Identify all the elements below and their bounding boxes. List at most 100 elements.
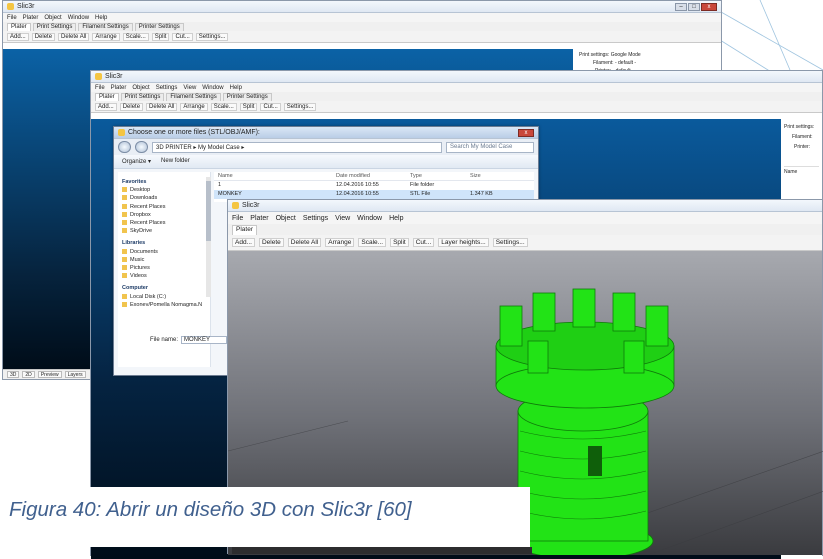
scale-button[interactable]: Scale... xyxy=(210,102,237,111)
menu-object[interactable]: Object xyxy=(44,15,61,21)
settings-button[interactable]: Settings... xyxy=(283,102,317,111)
scale-button[interactable]: Scale... xyxy=(122,32,149,41)
tab-filament-settings[interactable]: Filament Settings xyxy=(78,23,133,31)
libraries-group[interactable]: Libraries xyxy=(122,239,206,247)
delete-all-button[interactable]: Delete All xyxy=(58,32,90,41)
tab-layers[interactable]: Layers xyxy=(64,371,86,378)
menu-plater[interactable]: Plater xyxy=(250,215,268,222)
col-date[interactable]: Date modified xyxy=(336,173,410,179)
print-settings-select[interactable]: Google Mode xyxy=(611,52,641,58)
menu-object[interactable]: Object xyxy=(132,85,149,91)
menu-object[interactable]: Object xyxy=(276,215,296,222)
scale-button[interactable]: Scale... xyxy=(358,238,387,247)
back-icon[interactable] xyxy=(118,141,131,153)
list-item[interactable]: 1 12.04.2016 10:55 File folder xyxy=(214,181,534,190)
menu-help[interactable]: Help xyxy=(95,15,107,21)
nav-item[interactable]: Documents xyxy=(122,248,206,256)
col-name[interactable]: Name xyxy=(218,173,336,179)
menu-help[interactable]: Help xyxy=(230,85,242,91)
menu-window[interactable]: Window xyxy=(68,15,89,21)
delete-button[interactable]: Delete xyxy=(119,102,144,111)
col-size[interactable]: Size xyxy=(470,173,510,179)
new-folder-button[interactable]: New folder xyxy=(161,158,190,165)
settings-button[interactable]: Settings... xyxy=(195,32,229,41)
nav-item[interactable]: Exonev/Pomella Nomagma.N xyxy=(122,301,206,309)
arrange-button[interactable]: Arrange xyxy=(92,32,120,41)
list-item[interactable]: MONKEY 12.04.2016 10:55 STL File 1.347 K… xyxy=(214,190,534,199)
tab-printer-settings[interactable]: Printer Settings xyxy=(222,93,272,101)
minimize-button[interactable]: – xyxy=(675,2,687,11)
menu-file[interactable]: File xyxy=(7,15,17,21)
delete-all-button[interactable]: Delete All xyxy=(146,102,178,111)
delete-button[interactable]: Delete xyxy=(31,32,56,41)
close-button[interactable]: x xyxy=(701,2,717,11)
nav-item[interactable]: Downloads xyxy=(122,194,206,202)
split-button[interactable]: Split xyxy=(390,238,409,247)
add-button[interactable]: Add... xyxy=(7,32,29,41)
split-button[interactable]: Split xyxy=(151,32,170,41)
tab-plater[interactable]: Plater xyxy=(7,23,31,31)
menu-plater[interactable]: Plater xyxy=(111,85,127,91)
slic3r-icon xyxy=(95,73,102,80)
nav-item[interactable]: Videos xyxy=(122,272,206,280)
tab-plater[interactable]: Plater xyxy=(232,225,257,235)
menu-view[interactable]: View xyxy=(183,85,196,91)
nav-item[interactable]: SkyDrive xyxy=(122,227,206,235)
nav-item[interactable]: Local Disk (C:) xyxy=(122,293,206,301)
nav-item[interactable]: Recent Places xyxy=(122,219,206,227)
split-button[interactable]: Split xyxy=(239,102,258,111)
tab-3d[interactable]: 3D xyxy=(7,371,20,378)
menu-settings[interactable]: Settings xyxy=(303,215,328,222)
tab-filament-settings[interactable]: Filament Settings xyxy=(166,93,221,101)
slic3r-icon xyxy=(7,3,14,10)
arrange-button[interactable]: Arrange xyxy=(325,238,355,247)
menu-settings[interactable]: Settings xyxy=(156,85,178,91)
tab-plater[interactable]: Plater xyxy=(95,93,119,101)
arrange-button[interactable]: Arrange xyxy=(180,102,208,111)
tab-print-settings[interactable]: Print Settings xyxy=(120,93,165,101)
cut-button[interactable]: Cut... xyxy=(260,102,281,111)
address-bar: 3D PRINTER ▸ My Model Case ▸ Search My M… xyxy=(114,139,538,155)
toolbar: Add... Delete Delete All Arrange Scale..… xyxy=(91,101,822,113)
nav-item[interactable]: Pictures xyxy=(122,264,206,272)
close-button[interactable]: x xyxy=(518,128,534,137)
file-list: Name Date modified Type Size 1 12.04.201… xyxy=(214,172,534,202)
tab-printer-settings[interactable]: Printer Settings xyxy=(134,23,184,31)
nav-item[interactable]: Music xyxy=(122,256,206,264)
tab-preview[interactable]: Preview xyxy=(37,371,62,378)
delete-all-button[interactable]: Delete All xyxy=(287,238,322,247)
search-input[interactable]: Search My Model Case xyxy=(446,141,534,153)
path-field[interactable]: 3D PRINTER ▸ My Model Case ▸ xyxy=(152,141,442,153)
settings-button[interactable]: Settings... xyxy=(492,238,528,247)
print-settings-label: Print settings: xyxy=(579,52,610,58)
nav-scrollbar[interactable] xyxy=(206,177,211,297)
cut-button[interactable]: Cut... xyxy=(172,32,193,41)
nav-item[interactable]: Dropbox xyxy=(122,211,206,219)
menu-file[interactable]: File xyxy=(95,85,105,91)
filename-input[interactable]: MONKEY xyxy=(181,336,228,344)
tab-2d[interactable]: 2D xyxy=(22,371,35,378)
col-type[interactable]: Type xyxy=(410,173,470,179)
organize-button[interactable]: Organize ▾ xyxy=(122,158,151,165)
computer-group[interactable]: Computer xyxy=(122,284,206,292)
add-button[interactable]: Add... xyxy=(95,102,117,111)
menu-view[interactable]: View xyxy=(335,215,350,222)
forward-icon[interactable] xyxy=(135,141,148,153)
menu-window[interactable]: Window xyxy=(202,85,223,91)
tab-print-settings[interactable]: Print Settings xyxy=(32,23,77,31)
nav-item[interactable]: Recent Places xyxy=(122,203,206,211)
add-button[interactable]: Add... xyxy=(232,238,255,247)
filament-select[interactable]: - default - xyxy=(615,60,636,66)
menu-window[interactable]: Window xyxy=(357,215,382,222)
cut-button[interactable]: Cut... xyxy=(412,238,435,247)
delete-button[interactable]: Delete xyxy=(258,238,284,247)
window-title: Slic3r xyxy=(242,202,260,209)
maximize-button[interactable]: □ xyxy=(688,2,700,11)
menu-plater[interactable]: Plater xyxy=(23,15,39,21)
favorites-group[interactable]: Favorites xyxy=(122,178,206,186)
layer-heights-button[interactable]: Layer heights... xyxy=(438,238,489,247)
file-date: 12.04.2016 10:55 xyxy=(336,182,379,188)
menu-file[interactable]: File xyxy=(232,215,243,222)
menu-help[interactable]: Help xyxy=(389,215,403,222)
nav-item[interactable]: Desktop xyxy=(122,186,206,194)
